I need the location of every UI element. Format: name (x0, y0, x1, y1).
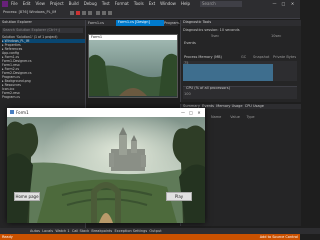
memory-legend-private-bytes: Private Bytes (273, 55, 297, 59)
app-title: Form1 (16, 110, 29, 115)
events-label: Events (184, 41, 196, 45)
cpu-label: CPU (% of all processors) (186, 86, 230, 90)
minimize-icon[interactable]: — (270, 1, 279, 7)
timeline-10sec: 10sec (271, 34, 282, 38)
continue-icon[interactable] (70, 11, 74, 15)
app-icon (10, 110, 14, 114)
tab-autos[interactable]: Autos (30, 229, 40, 233)
menu-view[interactable]: View (35, 1, 45, 6)
form-preview: Form1 (88, 34, 178, 98)
solution-tree: Solution 'Solution1' (1 of 1 project) ▸ W… (0, 35, 85, 99)
status-text: Ready (2, 235, 13, 239)
menu-bar: File Edit View Project Build Debug Test Format T… (11, 1, 195, 7)
app-close-icon[interactable]: ✕ (195, 108, 203, 117)
memory-legend-gc: GC (241, 55, 247, 59)
col-value: Value (230, 115, 240, 119)
background-image (7, 117, 205, 223)
menu-tools[interactable]: Tools (134, 1, 144, 6)
step-over-icon[interactable] (102, 11, 106, 15)
menu-help[interactable]: Help (181, 1, 190, 6)
tab-form1-design[interactable]: Form1.cs [Design] (116, 20, 164, 26)
window-controls: — □ ✕ (270, 1, 297, 7)
maximize-icon[interactable]: □ (279, 1, 288, 7)
menu-debug[interactable]: Debug (84, 1, 97, 6)
play-button[interactable]: Play (166, 192, 192, 201)
app-maximize-icon[interactable]: □ (187, 108, 195, 117)
preview-scene-image (89, 40, 177, 96)
menu-project[interactable]: Project (50, 1, 64, 6)
menu-build[interactable]: Build (69, 1, 79, 6)
memory-label: Process Memory (MB) (184, 55, 222, 59)
source-control-button[interactable]: Add to Source Control (260, 234, 298, 240)
tab-form1-cs[interactable]: Form1.cs (88, 21, 104, 26)
solution-search-input[interactable]: Search Solution Explorer (Ctrl+;) (2, 28, 83, 33)
visual-studio-logo-icon (2, 1, 8, 7)
status-bar: Ready Add to Source Control (0, 234, 300, 240)
search-box[interactable]: Search (200, 1, 242, 7)
menu-file[interactable]: File (11, 1, 18, 6)
menu-window[interactable]: Window (160, 1, 176, 6)
home-page-button[interactable]: Home page (14, 192, 40, 201)
tab-exception-settings[interactable]: Exception Settings (114, 229, 147, 233)
tab-output[interactable]: Output (149, 229, 161, 233)
diagnostic-tools-title: Diagnostic Tools (181, 20, 301, 26)
step-out-icon[interactable] (108, 11, 112, 15)
tab-locals[interactable]: Locals (42, 229, 53, 233)
col-type: Type (246, 115, 255, 119)
app-minimize-icon[interactable]: — (179, 108, 187, 117)
tab-cpu-usage[interactable]: CPU Usage (245, 104, 264, 108)
menu-edit[interactable]: Edit (23, 1, 31, 6)
timeline-5sec: 5sec (211, 34, 220, 38)
tab-call-stack[interactable]: Call Stack (72, 229, 89, 233)
diagnostic-session-label: Diagnostics session: 10 seconds (183, 28, 240, 32)
menu-test[interactable]: Test (102, 1, 110, 6)
step-into-icon[interactable] (96, 11, 100, 15)
close-icon[interactable]: ✕ (288, 1, 297, 7)
memory-max: 75 (184, 61, 189, 65)
menu-format[interactable]: Format (115, 1, 129, 6)
tab-watch[interactable]: Watch 1 (55, 229, 69, 233)
memory-usage-fill (183, 64, 273, 81)
tab-memory-usage[interactable]: Memory Usage (216, 104, 242, 108)
cpu-max: 100 (184, 92, 191, 96)
tab-breakpoints[interactable]: Breakpoints (91, 229, 112, 233)
process-label[interactable]: Process: [876] Windows_PL_IM (3, 10, 56, 15)
menu-extensions[interactable]: Ext (149, 1, 155, 6)
tree-item[interactable]: Program.cs (2, 95, 85, 99)
memory-legend-snapshot: Snapshot (253, 55, 270, 59)
col-name: Name (211, 115, 222, 119)
restart-icon[interactable] (88, 11, 92, 15)
stop-icon[interactable] (76, 11, 80, 15)
app-title-bar: Form1 — □ ✕ (7, 108, 205, 117)
pause-icon[interactable] (82, 11, 86, 15)
solution-explorer-title: Solution Explorer (0, 20, 85, 26)
